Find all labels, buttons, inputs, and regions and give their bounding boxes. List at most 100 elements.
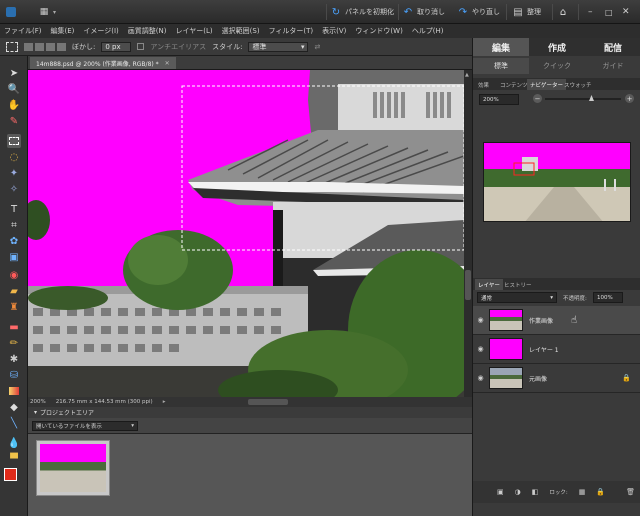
divider [326,4,327,20]
home-icon: ⌂ [559,6,567,18]
project-bin-select[interactable]: 開いているファイルを表示 ▾ [32,421,138,431]
new-layer-icon[interactable]: ▣ [497,488,504,496]
close-button[interactable]: ✕ [622,5,630,19]
eraser-tool-icon[interactable]: ▬ [7,320,21,334]
hand-tool-icon[interactable]: ✋ [7,98,21,112]
zoom-out-icon[interactable]: − [533,94,542,103]
chevron-right-icon[interactable]: ▸ [163,399,166,405]
type-tool-icon[interactable]: T [7,202,21,216]
menu-help[interactable]: ヘルプ(H) [412,26,444,36]
undo-button[interactable]: ↶ 取り消し [402,5,445,19]
palette-tab-bar: 効果 コンテンツ ナビゲーター スウォッチ [473,78,640,90]
zoom-tool-icon[interactable]: 🔍 [7,82,21,96]
new-adjustment-layer-icon[interactable]: ◑ [515,488,521,496]
recompose-tool-icon[interactable]: ▣ [7,250,21,264]
move-tool-icon[interactable]: ➤ [7,66,21,80]
smart-brush-tool-icon[interactable]: ✱ [7,352,21,366]
menu-filter[interactable]: フィルター(T) [269,26,314,36]
navigator-zoom-input[interactable]: 200% [479,94,519,105]
gradient-tool-icon[interactable] [7,384,21,398]
zoom-slider[interactable] [545,95,621,101]
menu-view[interactable]: 表示(V) [322,26,346,36]
color-swatches[interactable] [4,468,24,490]
menu-edit[interactable]: 編集(E) [51,26,75,36]
lasso-tool-icon[interactable]: ◌ [7,150,21,164]
maximize-button[interactable]: □ [605,5,613,19]
tab-content[interactable]: コンテンツ [497,79,531,90]
trash-icon[interactable]: 🗑 [626,488,635,496]
lock-transparency-icon[interactable]: ▦ [579,488,586,496]
sponge-tool-icon[interactable]: ▀ [7,452,21,466]
brush-tool-icon[interactable]: ✏ [7,336,21,350]
project-bin-thumbnail[interactable] [36,440,110,496]
tab-swatches[interactable]: スウォッチ [561,79,595,90]
style-select[interactable]: 標準 ▾ [248,41,309,52]
eyedropper-tool-icon[interactable]: ✎ [7,114,21,128]
vertical-scrollbar[interactable]: ▲ [464,70,472,397]
cookie-cutter-tool-icon[interactable]: ✿ [7,234,21,248]
menu-select[interactable]: 選択範囲(S) [222,26,260,36]
subtab-quick[interactable]: クイック [529,58,585,74]
tab-effects[interactable]: 効果 [475,79,492,90]
menu-bar: ファイル(F) 編集(E) イメージ(I) 画質調整(N) レイヤー(L) 選択… [0,24,640,38]
blend-mode-select[interactable]: 通常 ▾ [477,292,557,303]
document-canvas[interactable] [28,70,464,397]
minimize-button[interactable]: – [588,5,593,19]
marquee-tool-icon[interactable] [6,41,18,52]
antialias-checkbox[interactable] [137,43,145,50]
reset-panels-button[interactable]: ↻ パネルを初期化 [330,5,394,19]
layer-row[interactable]: ◉ 元画像 🔒 [473,364,640,393]
marquee-tool-icon[interactable] [7,134,21,148]
eye-icon[interactable]: ◉ [476,374,485,383]
organize-button[interactable]: ▤ 整理 [512,5,541,19]
layout-button[interactable]: ▦ ▾ [38,5,56,19]
line-tool-icon[interactable]: ╲ [7,416,21,430]
eye-icon[interactable]: ◉ [476,316,485,325]
collapse-icon[interactable]: ▾ [34,409,37,416]
home-button[interactable]: ⌂ [557,5,569,19]
menu-window[interactable]: ウィンドウ(W) [355,26,402,36]
document-tab[interactable]: 14m888.psd @ 200% (作業画像, RGB/8) * ✕ [30,57,176,69]
spot-healing-tool-icon[interactable]: ▰ [7,284,21,298]
opacity-input[interactable]: 100% [593,292,623,303]
layer-mask-icon[interactable]: ◧ [532,488,539,496]
feather-input[interactable]: 0 px [101,41,132,52]
zoom-in-icon[interactable]: + [625,94,634,103]
menu-image[interactable]: イメージ(I) [83,26,118,36]
paint-bucket-tool-icon[interactable]: ⛁ [7,368,21,382]
subtab-guided[interactable]: ガイド [585,58,640,74]
horizontal-scrollbar-thumb[interactable] [248,399,288,405]
tab-history[interactable]: ヒストリー [501,279,535,290]
lock-all-icon[interactable]: 🔒 [596,488,605,496]
blur-tool-icon[interactable]: 💧 [7,436,21,450]
crop-tool-icon[interactable]: ⌗ [7,218,21,232]
clone-stamp-tool-icon[interactable]: ♜ [7,300,21,314]
selection-mode-icons[interactable] [24,42,66,51]
red-eye-tool-icon[interactable]: ◉ [7,268,21,282]
quick-selection-tool-icon[interactable]: ✧ [7,182,21,196]
tab-create[interactable]: 作成 [529,38,585,56]
width-arrows-icon[interactable]: ⇄ [314,43,320,51]
zoom-slider-handle[interactable] [589,95,594,101]
eye-icon[interactable]: ◉ [476,345,485,354]
style-value: 標準 [252,42,267,51]
redo-button[interactable]: ↷ やり直し [457,5,500,19]
tab-edit[interactable]: 編集 [473,38,529,56]
layer-row[interactable]: ◉ レイヤー 1 [473,335,640,364]
menu-file[interactable]: ファイル(F) [4,26,42,36]
menu-layer[interactable]: レイヤー(L) [175,26,212,36]
layer-row[interactable]: ◉ 作業画像 ☝ [473,306,640,335]
tab-share[interactable]: 配信 [585,38,640,56]
close-icon[interactable]: ✕ [165,60,170,67]
scrollbar-thumb[interactable] [465,270,471,300]
magic-wand-tool-icon[interactable]: ✦ [7,166,21,180]
photo-image [28,70,464,397]
menu-enhance[interactable]: 画質調整(N) [128,26,167,36]
tab-layers[interactable]: レイヤー [475,279,503,290]
subtab-full[interactable]: 標準 [473,58,529,74]
foreground-color-swatch[interactable] [4,468,17,481]
scroll-up-icon[interactable]: ▲ [465,72,471,78]
redo-label: やり直し [472,8,500,16]
shape-tool-icon[interactable]: ◆ [7,400,21,414]
navigator-preview[interactable] [483,142,631,222]
